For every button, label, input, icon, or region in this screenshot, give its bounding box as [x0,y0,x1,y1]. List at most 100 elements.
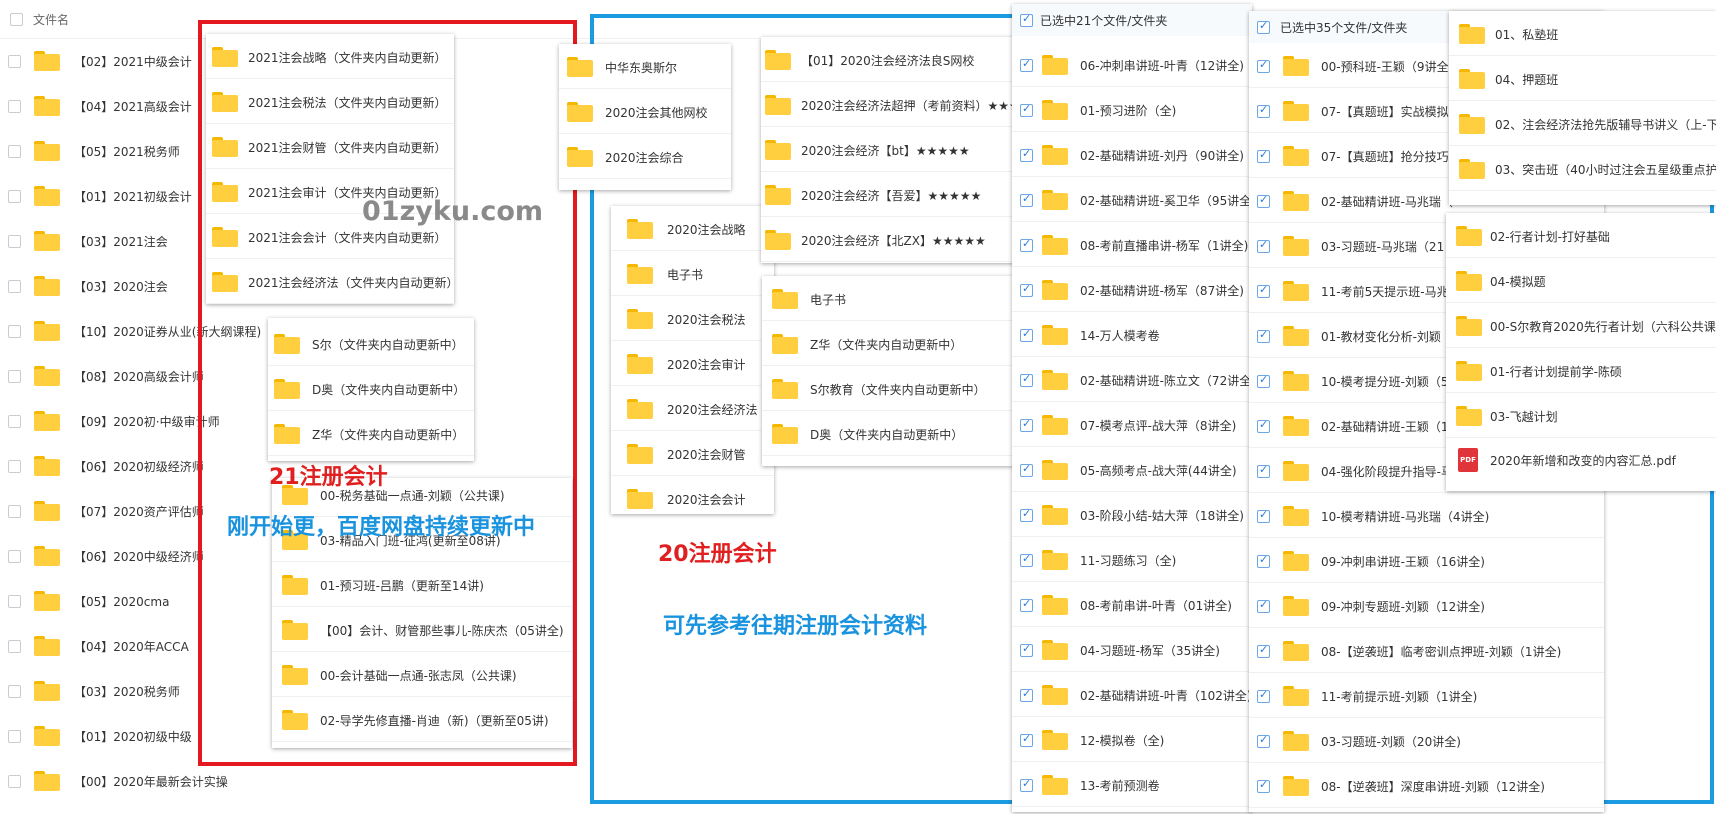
row-checkbox[interactable] [8,504,21,518]
list-item[interactable]: 13-考前预测卷 [1012,762,1252,807]
row-checkbox[interactable] [1257,58,1270,73]
row-checkbox[interactable] [1020,732,1033,747]
list-item[interactable]: 04-模拟题 [1446,258,1716,303]
list-item[interactable]: 00-会计基础一点通-张志凤（公共课) [272,652,572,697]
row-checkbox[interactable] [8,594,21,608]
list-item[interactable]: 03、突击班（40小时过注会五星级重点护 [1449,146,1716,191]
list-item[interactable]: 10-模考精讲班-马兆瑞（4讲全) [1249,493,1604,538]
list-item[interactable]: 【00】会计、财管那些事儿-陈庆杰（05讲全) [272,607,572,652]
list-item[interactable]: 02-基础精讲班-奚卫华（95讲全 [1012,177,1252,222]
row-checkbox[interactable] [8,639,21,653]
list-item[interactable]: 11-习题练习（全) [1012,537,1252,582]
list-item[interactable]: 03-阶段小结-姑大萍（18讲全) [1012,492,1252,537]
list-item[interactable]: 08-【逆袭班】临考密训点押班-刘颖（1讲全) [1249,628,1604,673]
row-checkbox[interactable] [1257,328,1270,343]
row-checkbox[interactable] [1020,327,1033,342]
list-item[interactable]: S尔教育（文件夹内自动更新中） [762,366,1014,411]
list-item[interactable]: 2020注会经济【bt】★★★★★ [761,127,1015,172]
list-item[interactable]: 03-习题班-刘颖（20讲全) [1249,718,1604,763]
select-all-checkbox[interactable] [1020,12,1033,27]
list-item[interactable]: 02-基础精讲班-杨军（87讲全) [1012,267,1252,312]
list-item[interactable]: 2021注会经济法（文件夹内自动更新） [206,259,454,304]
list-item[interactable]: 2020注会审计 [611,341,774,386]
list-item[interactable]: 06-冲刺串讲班-叶青（12讲全) [1012,42,1252,87]
row-checkbox[interactable] [1020,237,1033,252]
list-item[interactable]: 02-基础精讲班-刘丹（90讲全) [1012,132,1252,177]
list-item[interactable]: 08-考前串讲-叶青（01讲全) [1012,582,1252,627]
list-item[interactable]: 2020注会战略 [611,206,774,251]
row-checkbox[interactable] [1020,642,1033,657]
row-checkbox[interactable] [1020,282,1033,297]
row-checkbox[interactable] [1257,238,1270,253]
list-item[interactable]: 2021注会财管（文件夹内自动更新） [206,124,454,169]
row-checkbox[interactable] [8,279,21,293]
list-item[interactable]: D奥（文件夹内自动更新中） [268,366,474,411]
list-item[interactable]: 【01】2020注会经济法良S网校 [761,37,1015,82]
row-checkbox[interactable] [1257,688,1270,703]
row-checkbox[interactable] [1257,598,1270,613]
row-checkbox[interactable] [8,549,21,563]
list-item[interactable]: 02-基础精讲班-叶青（102讲全) [1012,672,1252,717]
row-checkbox[interactable] [8,144,21,158]
list-item[interactable]: 2021注会战略（文件夹内自动更新） [206,34,454,79]
list-item[interactable]: 2020注会财管 [611,431,774,476]
list-item[interactable]: 01-预习进阶（全) [1012,87,1252,132]
list-item[interactable]: 04、押题班 [1449,56,1716,101]
row-checkbox[interactable] [1020,192,1033,207]
row-checkbox[interactable] [1020,147,1033,162]
list-item[interactable]: 01-预习班-吕鹏（更新至14讲) [272,562,572,607]
select-all-checkbox[interactable] [1257,19,1270,34]
list-item[interactable]: Z华（文件夹内自动更新中） [762,321,1014,366]
list-item[interactable]: 02-导学先修直播-肖迪（新)（更新至05讲) [272,697,572,742]
list-item[interactable]: 02、注会经济法抢先版辅导书讲义（上-下 [1449,101,1716,146]
list-item[interactable]: 01、私塾班 [1449,11,1716,56]
row-checkbox[interactable] [8,234,21,248]
list-item[interactable]: 12-模拟卷（全) [1012,717,1252,762]
row-checkbox[interactable] [1020,687,1033,702]
row-checkbox[interactable] [1020,552,1033,567]
pdf-file-row[interactable]: PDF 2020年新增和改变的内容汇总.pdf [1446,438,1716,483]
list-item[interactable]: 电子书 [762,276,1014,321]
list-item[interactable]: 02-行者计划-打好基础 [1446,213,1716,258]
row-checkbox[interactable] [1257,148,1270,163]
list-item[interactable]: 2021注会税法（文件夹内自动更新） [206,79,454,124]
list-item[interactable]: 2020注会经济【吾爱】★★★★★ [761,172,1015,217]
row-checkbox[interactable] [1257,283,1270,298]
row-checkbox[interactable] [1020,462,1033,477]
row-checkbox[interactable] [8,54,21,68]
list-item[interactable]: 03-飞越计划 [1446,393,1716,438]
list-item[interactable]: 08-【逆袭班】深度串讲班-刘颖（12讲全) [1249,763,1604,808]
row-checkbox[interactable] [8,414,21,428]
row-checkbox[interactable] [8,459,21,473]
row-checkbox[interactable] [1020,372,1033,387]
list-item[interactable]: 09-冲刺串讲班-王颖（16讲全) [1249,538,1604,583]
list-item[interactable]: 11-考前提示班-刘颖（1讲全) [1249,673,1604,718]
list-item[interactable]: 2020注会经济法超押（考前资料）★★★ [761,82,1015,127]
row-checkbox[interactable] [1020,597,1033,612]
row-checkbox[interactable] [1257,418,1270,433]
list-item[interactable]: 中华东奥斯尔 [559,44,731,89]
row-checkbox[interactable] [1257,373,1270,388]
row-checkbox[interactable] [8,99,21,113]
list-item[interactable]: D奥（文件夹内自动更新中） [762,411,1014,456]
list-item[interactable]: 2020注会经济法 [611,386,774,431]
row-checkbox[interactable] [1257,553,1270,568]
row-checkbox[interactable] [8,369,21,383]
list-item[interactable]: 2020注会其他网校 [559,89,731,134]
list-item[interactable]: 05-高频考点-战大萍(44讲全) [1012,447,1252,492]
row-checkbox[interactable] [1020,777,1033,792]
row-checkbox[interactable] [1257,193,1270,208]
list-item[interactable]: S尔（文件夹内自动更新中） [268,321,474,366]
row-checkbox[interactable] [1257,733,1270,748]
filename-column-header[interactable]: 文件名 [33,11,69,28]
list-item[interactable]: 14-万人模考卷 [1012,312,1252,357]
list-item[interactable]: 04-习题班-杨军（35讲全) [1012,627,1252,672]
list-item[interactable]: 08-考前直播串讲-杨军（1讲全) [1012,222,1252,267]
list-item[interactable]: 2020注会综合 [559,134,731,179]
list-item[interactable]: 01-行者计划提前学-陈硕 [1446,348,1716,393]
list-item[interactable]: 07-模考点评-战大萍（8讲全) [1012,402,1252,447]
list-item[interactable]: 2020注会税法 [611,296,774,341]
list-item[interactable]: 2020注会会计 [611,476,774,514]
row-checkbox[interactable] [1020,507,1033,522]
list-item[interactable]: 00-S尔教育2020先行者计划（六科公共课 [1446,303,1716,348]
